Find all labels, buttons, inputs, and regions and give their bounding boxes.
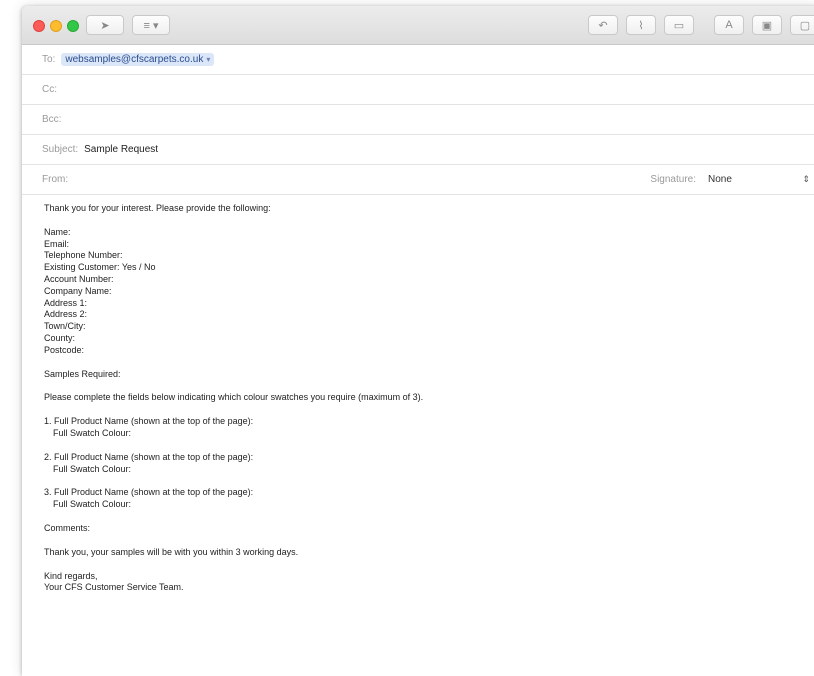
from-label: From: bbox=[42, 174, 69, 185]
field-line: Company Name: bbox=[44, 285, 112, 296]
signature-value: None bbox=[708, 174, 732, 185]
cc-label: Cc: bbox=[42, 84, 57, 95]
mail-compose-window: ➤ ≡ ▾ ↶ ⌇ ▭ A ▣ ▢ To: websamples@cfscarp… bbox=[22, 6, 814, 676]
samples-instruction: Please complete the fields below indicat… bbox=[44, 392, 424, 403]
field-line: Name: bbox=[44, 226, 71, 237]
more-button[interactable]: ▢ bbox=[790, 15, 814, 35]
from-row: From: Signature: None ⇕ bbox=[22, 165, 814, 195]
field-line: Postcode: bbox=[44, 344, 85, 355]
intro-line: Thank you for your interest. Please prov… bbox=[44, 203, 271, 213]
format-button[interactable]: A bbox=[714, 15, 744, 35]
recipient-address: websamples@cfscarpets.co.uk bbox=[65, 54, 204, 65]
reply-arrow-icon: ↶ bbox=[598, 19, 608, 32]
subject-label: Subject: bbox=[42, 144, 79, 155]
more-icon: ▢ bbox=[799, 19, 811, 32]
sample-colour-line: Full Swatch Colour: bbox=[53, 427, 132, 438]
bcc-label: Bcc: bbox=[42, 114, 62, 125]
field-line: Address 2: bbox=[44, 309, 88, 320]
sample-colour-line: Full Swatch Colour: bbox=[53, 499, 132, 510]
header-fields-button[interactable]: ≡ ▾ bbox=[132, 15, 170, 35]
title-bar: ➤ ≡ ▾ ↶ ⌇ ▭ A ▣ ▢ bbox=[22, 6, 814, 45]
field-line: Existing Customer: Yes / No bbox=[44, 262, 156, 273]
photo-browser-button[interactable]: ▣ bbox=[752, 15, 782, 35]
signature-select[interactable]: None ⇕ bbox=[704, 172, 810, 187]
updown-arrows-icon: ⇕ bbox=[802, 174, 810, 184]
attach-button[interactable]: ⌇ bbox=[626, 15, 656, 35]
paper-plane-icon: ➤ bbox=[100, 19, 110, 32]
markup-button[interactable]: ▭ bbox=[664, 15, 694, 35]
to-label: To: bbox=[42, 54, 56, 65]
field-line: Email: bbox=[44, 238, 70, 249]
photo-browser-icon: ▣ bbox=[761, 19, 773, 32]
markup-icon: ▭ bbox=[673, 19, 685, 32]
signature-label: Signature: bbox=[650, 174, 696, 185]
cc-row[interactable]: Cc: bbox=[22, 75, 814, 105]
sample-product-line: 2. Full Product Name (shown at the top o… bbox=[44, 451, 254, 462]
samples-heading: Samples Required: bbox=[44, 368, 121, 379]
signoff-line: Your CFS Customer Service Team. bbox=[44, 582, 184, 593]
zoom-window-icon[interactable] bbox=[67, 20, 79, 32]
field-line: Telephone Number: bbox=[44, 250, 123, 261]
bcc-row[interactable]: Bcc: bbox=[22, 105, 814, 135]
sample-product-line: 1. Full Product Name (shown at the top o… bbox=[44, 416, 254, 427]
minimize-window-icon[interactable] bbox=[50, 20, 62, 32]
subject-field[interactable]: Sample Request bbox=[84, 144, 158, 155]
format-font-icon: A bbox=[725, 19, 733, 31]
to-row[interactable]: To: websamples@cfscarpets.co.uk ▾ bbox=[22, 45, 814, 75]
signature-control: Signature: None ⇕ bbox=[650, 172, 810, 187]
field-line: County: bbox=[44, 332, 76, 343]
close-window-icon[interactable] bbox=[33, 20, 45, 32]
signoff-line: Kind regards, bbox=[44, 570, 98, 581]
field-line: Address 1: bbox=[44, 297, 88, 308]
reply-button[interactable]: ↶ bbox=[588, 15, 618, 35]
comments-line: Comments: bbox=[44, 522, 91, 533]
sample-colour-line: Full Swatch Colour: bbox=[53, 463, 132, 474]
sample-product-line: 3. Full Product Name (shown at the top o… bbox=[44, 487, 254, 498]
message-body[interactable]: Thank you for your interest. Please prov… bbox=[22, 195, 814, 594]
attach-icon: ⌇ bbox=[638, 19, 644, 32]
send-button[interactable]: ➤ bbox=[86, 15, 124, 35]
subject-row[interactable]: Subject: Sample Request bbox=[22, 135, 814, 165]
chevron-down-icon[interactable]: ▾ bbox=[206, 55, 210, 64]
list-menu-icon: ≡ ▾ bbox=[143, 19, 159, 32]
field-line: Town/City: bbox=[44, 321, 86, 332]
thanks-line: Thank you, your samples will be with you… bbox=[44, 546, 299, 557]
recipient-token[interactable]: websamples@cfscarpets.co.uk ▾ bbox=[61, 53, 215, 66]
field-line: Account Number: bbox=[44, 273, 114, 284]
